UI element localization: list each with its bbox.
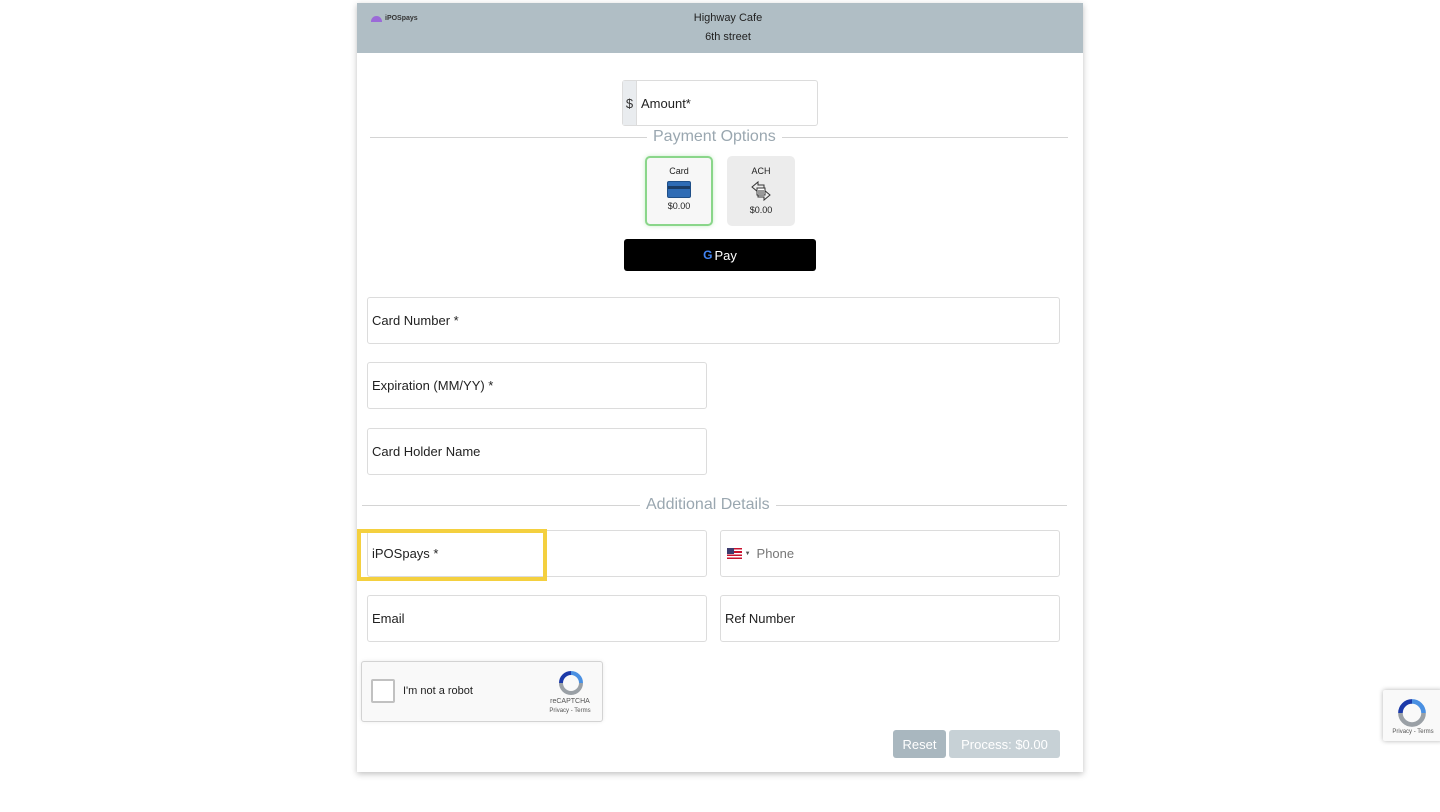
expiration-input[interactable] (372, 363, 706, 408)
us-flag-icon[interactable] (727, 548, 742, 559)
merchant-header: iPOSpays Highway Cafe 6th street (357, 3, 1083, 53)
chevron-down-icon[interactable]: ▼ (745, 551, 751, 557)
recaptcha-checkbox[interactable] (371, 679, 395, 703)
bank-transfer-icon (751, 180, 771, 202)
process-button[interactable]: Process: $0.00 (949, 730, 1060, 758)
card-holder-name-input[interactable] (372, 429, 706, 474)
card-holder-name-field[interactable] (367, 428, 707, 475)
payment-form-card: iPOSpays Highway Cafe 6th street $ Payme… (357, 3, 1083, 772)
email-input[interactable] (372, 596, 706, 641)
payment-option-ach-amount: $0.00 (749, 205, 773, 215)
credit-card-icon (667, 181, 691, 198)
recaptcha-badge-icon (1398, 699, 1426, 727)
payment-option-card[interactable]: Card $0.00 (645, 156, 713, 226)
amount-field[interactable]: $ (622, 80, 818, 126)
merchant-info: Highway Cafe 6th street (357, 9, 1099, 47)
google-g-icon: G (703, 248, 713, 262)
card-number-field[interactable] (367, 297, 1060, 344)
merchant-name: Highway Cafe (693, 12, 763, 24)
google-pay-button[interactable]: G Pay (624, 239, 816, 271)
expiration-field[interactable] (367, 362, 707, 409)
additional-details-title: Additional Details (640, 496, 776, 514)
recaptcha-widget: I'm not a robot reCAPTCHA Privacy - Term… (361, 661, 603, 722)
merchant-address: 6th street (705, 31, 751, 43)
recaptcha-logo-icon (559, 671, 583, 695)
recaptcha-brand: reCAPTCHA (550, 698, 590, 705)
phone-input[interactable] (756, 531, 1059, 576)
reset-button[interactable]: Reset (893, 730, 946, 758)
payment-option-ach-label: ACH (751, 166, 771, 176)
ref-number-field[interactable] (720, 595, 1060, 642)
recaptcha-badge-links[interactable]: Privacy - Terms (1383, 729, 1440, 735)
email-field[interactable] (367, 595, 707, 642)
name-field[interactable] (367, 530, 707, 577)
payment-option-card-amount: $0.00 (667, 201, 691, 211)
name-input[interactable] (372, 531, 706, 576)
phone-field[interactable]: ▼ (720, 530, 1060, 577)
recaptcha-links[interactable]: Privacy - Terms (540, 708, 600, 714)
payment-option-ach[interactable]: ACH $0.00 (727, 156, 795, 226)
google-pay-label: Pay (714, 247, 737, 263)
currency-prefix: $ (623, 81, 637, 125)
ref-number-input[interactable] (725, 596, 1059, 641)
card-number-input[interactable] (372, 298, 1059, 343)
recaptcha-label: I'm not a robot (403, 685, 473, 697)
payment-options-title: Payment Options (647, 128, 782, 146)
recaptcha-badge[interactable]: Privacy - Terms (1383, 690, 1440, 741)
payment-option-card-label: Card (669, 166, 689, 176)
amount-input[interactable] (637, 81, 817, 125)
